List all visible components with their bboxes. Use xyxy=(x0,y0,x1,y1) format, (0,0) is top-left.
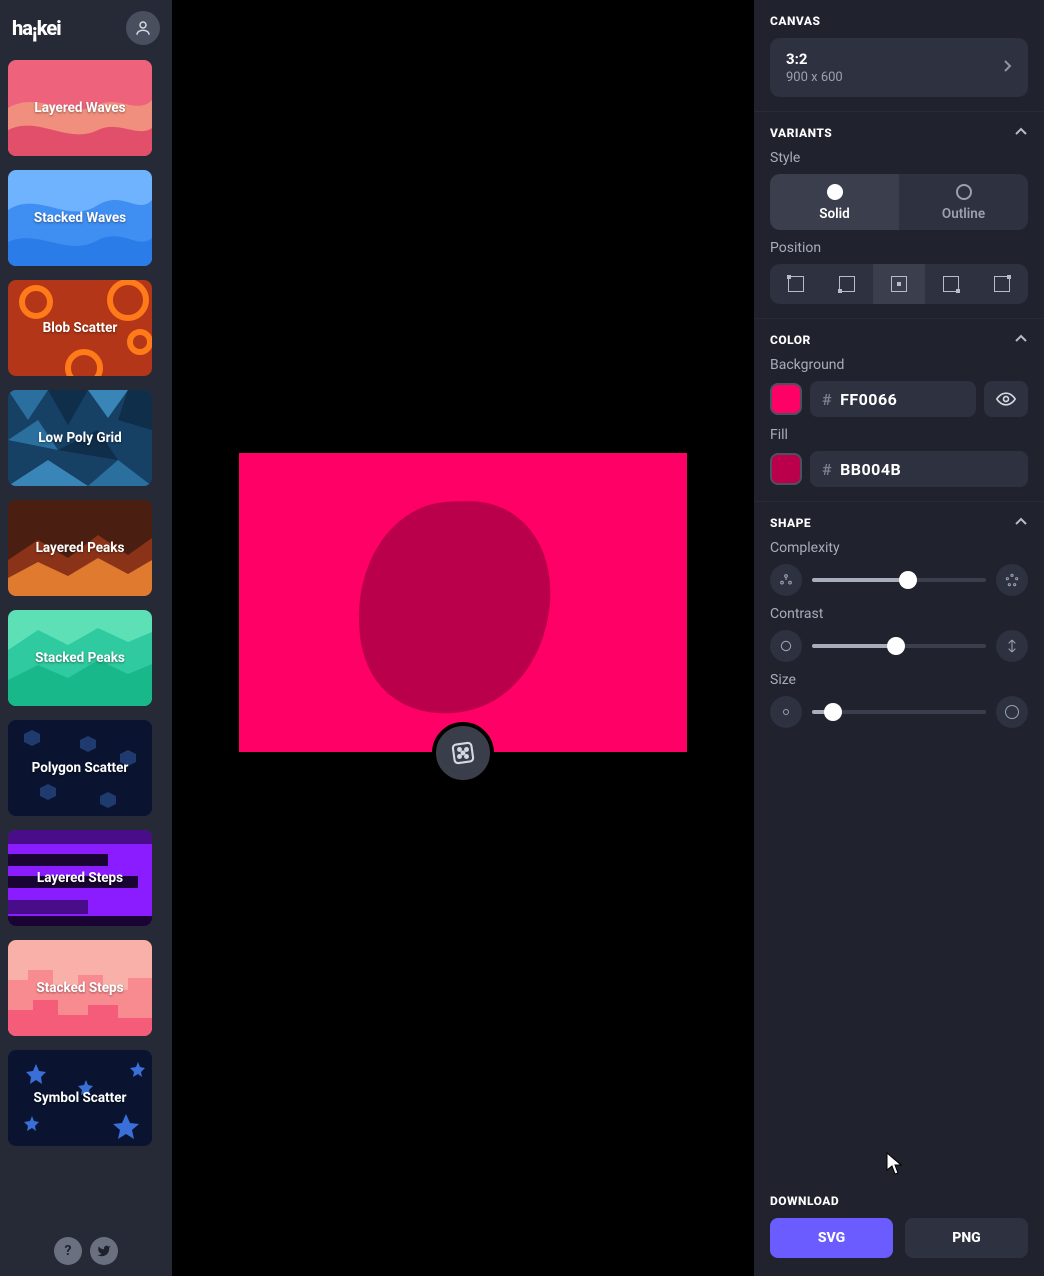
thumb-label: Stacked Steps xyxy=(36,980,123,996)
position-label: Position xyxy=(770,240,1028,256)
logo[interactable]: ha¡kei xyxy=(12,16,61,40)
sidebar-item-layered-peaks[interactable]: Layered Peaks xyxy=(8,500,152,596)
sidebar-item-polygon-scatter[interactable]: Polygon Scatter xyxy=(8,720,152,816)
background-label: Background xyxy=(770,357,1028,373)
size-min-icon xyxy=(770,696,802,728)
size-label: Size xyxy=(770,672,1028,688)
chevron-up-icon[interactable] xyxy=(1014,126,1028,140)
contrast-min-icon xyxy=(770,630,802,662)
sidebar-item-blob-scatter[interactable]: Blob Scatter xyxy=(8,280,152,376)
style-segmented: Solid Outline xyxy=(770,174,1028,230)
position-center-button[interactable] xyxy=(873,264,925,304)
sidebar: ha¡kei Layered Waves Stacked Waves xyxy=(0,0,172,1276)
thumb-label: Low Poly Grid xyxy=(38,430,121,446)
sidebar-item-stacked-steps[interactable]: Stacked Steps xyxy=(8,940,152,1036)
sidebar-item-layered-waves[interactable]: Layered Waves xyxy=(8,60,152,156)
position-bottom-right-button[interactable] xyxy=(925,264,977,304)
complexity-slider[interactable] xyxy=(812,578,986,582)
download-svg-button[interactable]: SVG xyxy=(770,1218,893,1258)
hash-icon: # xyxy=(822,460,832,479)
thumb-label: Symbol Scatter xyxy=(34,1090,127,1106)
download-png-button[interactable]: PNG xyxy=(905,1218,1028,1258)
variants-section: VARIANTS Style Solid Outline Position xyxy=(754,112,1044,319)
sidebar-item-stacked-peaks[interactable]: Stacked Peaks xyxy=(8,610,152,706)
position-top-left-button[interactable] xyxy=(770,264,822,304)
style-solid-button[interactable]: Solid xyxy=(770,174,899,230)
settings-panel: CANVAS 3:2 900 x 600 VARIANTS Style Soli… xyxy=(754,0,1044,1276)
shape-section: SHAPE Complexity Contrast xyxy=(754,502,1044,742)
thumb-label: Stacked Waves xyxy=(34,210,126,226)
eye-icon xyxy=(996,389,1016,409)
sidebar-header: ha¡kei xyxy=(0,0,172,56)
fill-label: Fill xyxy=(770,427,1028,443)
background-hex-input[interactable]: # FF0066 xyxy=(810,381,976,417)
variants-title: VARIANTS xyxy=(770,126,832,140)
thumb-label: Layered Steps xyxy=(37,870,123,886)
visibility-toggle-button[interactable] xyxy=(984,381,1028,417)
chevron-up-icon[interactable] xyxy=(1014,516,1028,530)
complexity-label: Complexity xyxy=(770,540,1028,556)
thumb-label: Polygon Scatter xyxy=(32,760,129,776)
size-slider[interactable] xyxy=(812,710,986,714)
fill-swatch[interactable] xyxy=(770,453,802,485)
thumb-label: Stacked Peaks xyxy=(35,650,125,666)
thumb-label: Layered Waves xyxy=(34,100,125,116)
fill-hex-input[interactable]: # BB004B xyxy=(810,451,1028,487)
help-icon[interactable]: ? xyxy=(54,1237,82,1265)
user-icon[interactable] xyxy=(126,11,160,45)
position-segmented xyxy=(770,264,1028,304)
sidebar-item-layered-steps[interactable]: Layered Steps xyxy=(8,830,152,926)
canvas-preview xyxy=(239,453,687,752)
style-label: Style xyxy=(770,150,1028,166)
color-section: COLOR Background # FF0066 Fill # BB004B xyxy=(754,319,1044,502)
randomize-button[interactable] xyxy=(432,722,494,784)
chevron-up-icon[interactable] xyxy=(1014,333,1028,347)
position-top-right-button[interactable] xyxy=(976,264,1028,304)
sidebar-footer: ? xyxy=(0,1226,172,1276)
twitter-icon[interactable] xyxy=(90,1237,118,1265)
shape-title: SHAPE xyxy=(770,516,811,530)
contrast-max-icon xyxy=(996,630,1028,662)
generator-list[interactable]: Layered Waves Stacked Waves Blob Scatter xyxy=(0,56,172,1226)
background-swatch[interactable] xyxy=(770,383,802,415)
solid-icon xyxy=(827,184,843,200)
canvas-size-card[interactable]: 3:2 900 x 600 xyxy=(770,38,1028,97)
dice-icon xyxy=(449,739,477,767)
hash-icon: # xyxy=(822,390,832,409)
color-title: COLOR xyxy=(770,333,811,347)
download-title: DOWNLOAD xyxy=(770,1194,839,1208)
complexity-min-icon xyxy=(770,564,802,596)
contrast-label: Contrast xyxy=(770,606,1028,622)
thumb-label: Layered Peaks xyxy=(36,540,125,556)
download-section: DOWNLOAD SVG PNG xyxy=(754,1180,1044,1272)
outline-icon xyxy=(956,184,972,200)
contrast-slider[interactable] xyxy=(812,644,986,648)
canvas-section: CANVAS 3:2 900 x 600 xyxy=(754,0,1044,112)
sidebar-item-symbol-scatter[interactable]: Symbol Scatter xyxy=(8,1050,152,1146)
canvas-area xyxy=(172,0,754,1276)
canvas-dims: 900 x 600 xyxy=(786,70,843,85)
thumb-label: Blob Scatter xyxy=(43,320,118,336)
sidebar-item-stacked-waves[interactable]: Stacked Waves xyxy=(8,170,152,266)
canvas-ratio: 3:2 xyxy=(786,50,843,68)
canvas-title: CANVAS xyxy=(770,14,820,28)
style-outline-button[interactable]: Outline xyxy=(899,174,1028,230)
chevron-right-icon xyxy=(1002,58,1012,77)
blob-shape xyxy=(354,499,564,717)
size-max-icon xyxy=(996,696,1028,728)
complexity-max-icon xyxy=(996,564,1028,596)
sidebar-item-low-poly-grid[interactable]: Low Poly Grid xyxy=(8,390,152,486)
position-bottom-left-button[interactable] xyxy=(822,264,874,304)
